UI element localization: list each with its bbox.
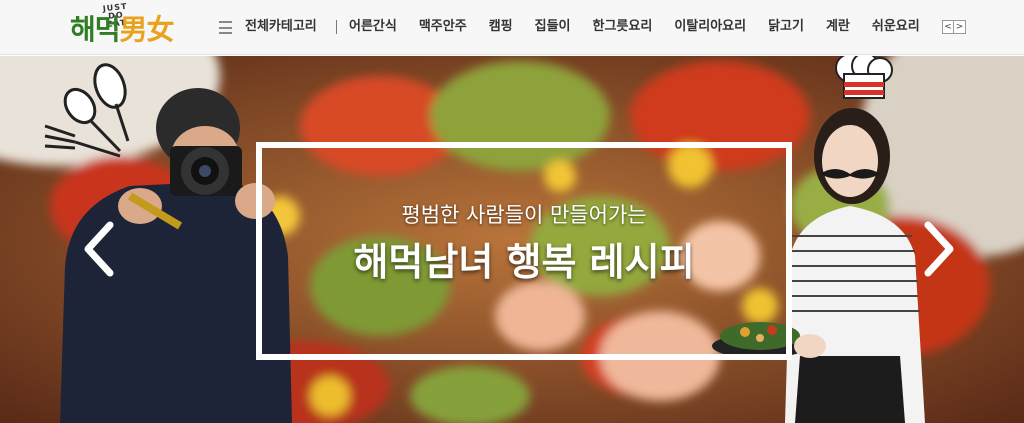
category-link-camping[interactable]: 캠핑 [489, 18, 513, 36]
category-scroll-arrows: < > [942, 20, 966, 34]
category-prev-button[interactable]: < [942, 20, 954, 34]
hamburger-menu-icon[interactable] [219, 21, 232, 34]
logo-wordmark-part1: 해먹 [70, 13, 121, 46]
hero-subtitle: 평범한 사람들이 만들어가는 [401, 203, 647, 227]
category-link-adult-snack[interactable]: 어른간식 [349, 18, 397, 36]
kitchen-utensils-doodle [44, 63, 130, 158]
category-link-beer-snack[interactable]: 맥주안주 [419, 18, 467, 36]
slide-next-icon[interactable] [920, 219, 958, 279]
category-link-egg[interactable]: 계란 [826, 18, 850, 36]
site-logo[interactable]: JUST DO EAT 해먹男女 [66, 2, 182, 52]
category-next-button[interactable]: > [954, 20, 966, 34]
all-categories-link[interactable]: 전체카테고리 [245, 18, 317, 36]
category-link-housewarming[interactable]: 집들이 [535, 18, 571, 36]
chef-hat-doodle [835, 56, 893, 99]
logo-wordmark-part2: 男女 [119, 13, 175, 46]
category-link-easy[interactable]: 쉬운요리 [872, 18, 920, 36]
hero-title: 해먹남녀 행복 레시피 [353, 240, 695, 284]
nav-divider [336, 20, 337, 34]
hero-banner: 평범한 사람들이 만들어가는 해먹남녀 행복 레시피 [0, 56, 1024, 423]
category-list: 어른간식 맥주안주 캠핑 집들이 한그릇요리 이탈리아요리 닭고기 계란 쉬운요… [349, 18, 937, 36]
category-link-italian[interactable]: 이탈리아요리 [674, 18, 746, 36]
top-navigation-bar: JUST DO EAT 해먹男女 전체카테고리 어른간식 맥주안주 캠핑 집들이… [0, 0, 1024, 55]
slide-prev-icon[interactable] [80, 219, 118, 279]
category-link-one-bowl[interactable]: 한그릇요리 [593, 18, 653, 36]
category-link-chicken[interactable]: 닭고기 [768, 18, 804, 36]
logo-wordmark: 해먹男女 [70, 13, 175, 47]
